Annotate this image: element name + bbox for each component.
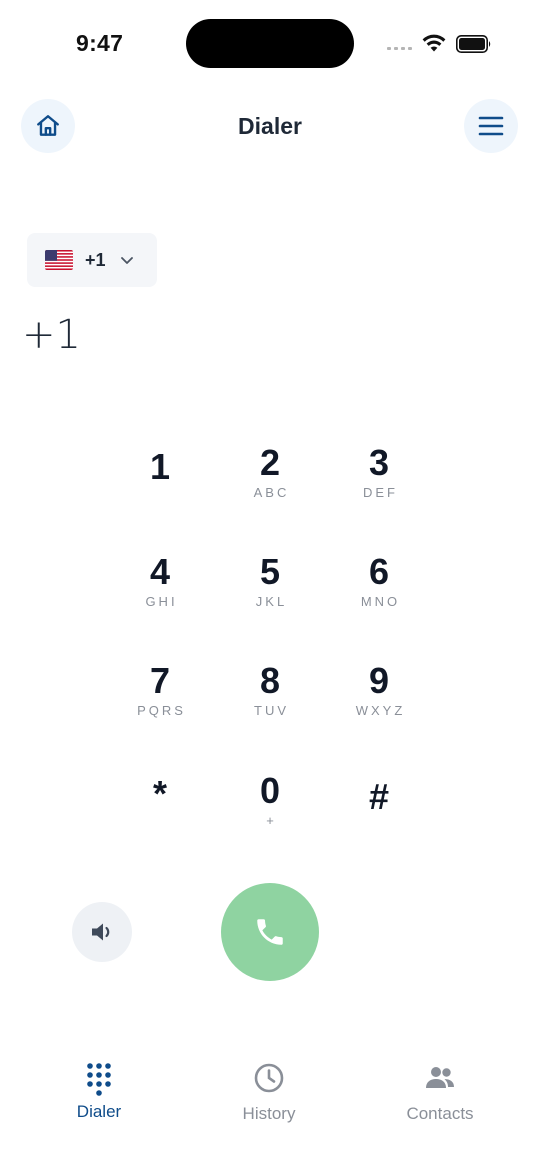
key-1[interactable]: 1 (110, 425, 210, 505)
key-digit: 0 (259, 770, 281, 811)
key-digit: 9 (368, 660, 390, 701)
tab-label: Dialer (76, 1102, 122, 1121)
speaker-button[interactable] (72, 902, 132, 962)
key-0[interactable]: 0 + (220, 760, 320, 840)
key-star[interactable]: * (110, 752, 210, 832)
key-5[interactable]: 5 JKL (220, 541, 320, 621)
country-code-selector[interactable]: +1 (27, 233, 157, 287)
battery-icon (456, 35, 491, 53)
country-code: +1 (85, 249, 106, 270)
key-digit: 5 (259, 551, 281, 592)
key-letters: TUV (254, 703, 289, 718)
key-digit: 7 (149, 660, 171, 701)
tab-history[interactable]: History (199, 1062, 339, 1124)
key-digit: 8 (259, 660, 281, 701)
hamburger-menu-icon (478, 116, 504, 136)
key-digit: # (368, 776, 390, 817)
key-digit: 6 (368, 551, 390, 592)
key-letters: GHI (145, 594, 178, 609)
phone-icon (257, 919, 283, 945)
call-button[interactable] (221, 883, 319, 981)
key-digit: * (152, 773, 167, 814)
page-title: Dialer (238, 113, 302, 139)
key-9[interactable]: 9 WXYZ (329, 650, 429, 730)
speaker-icon (92, 923, 110, 941)
key-hash[interactable]: # (329, 755, 429, 835)
key-digit: 3 (368, 442, 390, 483)
cellular-signal-icon (387, 47, 412, 50)
key-letters: MNO (360, 594, 401, 609)
key-7[interactable]: 7 PQRS (110, 650, 210, 730)
key-letters: DEF (363, 485, 398, 500)
key-6[interactable]: 6 MNO (329, 541, 429, 621)
menu-button[interactable] (464, 99, 518, 153)
wifi-icon (422, 34, 446, 52)
phone-number-display: +1 (22, 312, 81, 358)
key-letters: ABC (253, 485, 290, 500)
key-3[interactable]: 3 DEF (329, 432, 429, 512)
status-time: 9:47 (76, 30, 124, 56)
key-2[interactable]: 2 ABC (220, 432, 320, 512)
chevron-down-icon (120, 257, 133, 264)
key-digit: 4 (149, 551, 171, 592)
key-letters: PQRS (137, 703, 186, 718)
key-digit: 1 (149, 446, 171, 487)
key-letters: WXYZ (355, 703, 406, 718)
key-letters: JKL (255, 594, 288, 609)
people-icon (426, 1067, 454, 1088)
tab-contacts[interactable]: Contacts (370, 1062, 510, 1124)
key-digit: 2 (259, 442, 281, 483)
clock-icon (254, 1063, 284, 1093)
key-letters: + (266, 813, 277, 828)
us-flag-icon (45, 250, 73, 270)
tab-label: Contacts (406, 1104, 474, 1123)
keypad-icon (87, 1063, 111, 1096)
key-4[interactable]: 4 GHI (110, 541, 210, 621)
tab-label: History (242, 1104, 296, 1123)
tab-dialer[interactable]: Dialer (29, 1062, 169, 1122)
dynamic-island (186, 19, 354, 68)
key-8[interactable]: 8 TUV (220, 650, 320, 730)
